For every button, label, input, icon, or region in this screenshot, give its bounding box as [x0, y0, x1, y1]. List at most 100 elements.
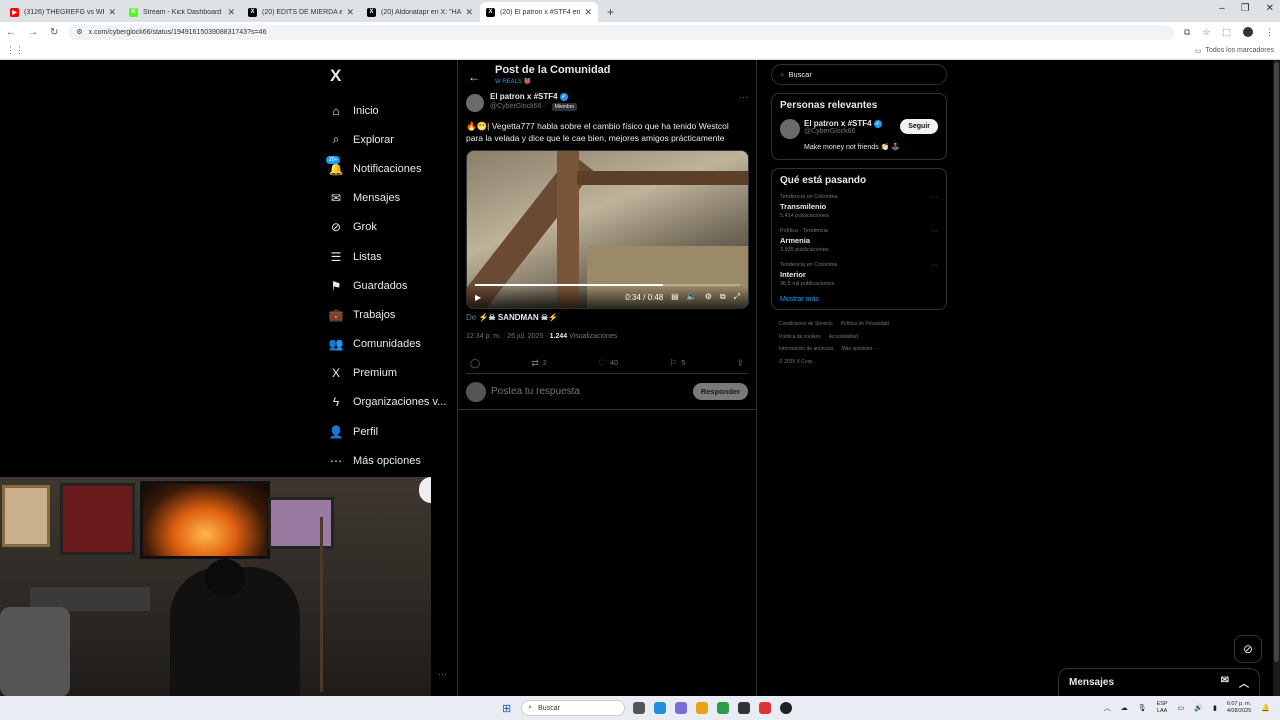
close-tab-icon[interactable]: ✕	[346, 7, 354, 18]
trend-item[interactable]: Tendencia en Colombia Interior 36,5 mil pu…	[780, 262, 938, 287]
play-icon[interactable]: ▶	[475, 293, 481, 302]
language-indicator[interactable]: ESP LAA	[1157, 701, 1168, 715]
community-link[interactable]: W REALS 👹	[495, 78, 611, 85]
extensions-icon[interactable]: ⬚	[1222, 27, 1231, 38]
trend-more-icon[interactable]: ···	[931, 228, 938, 253]
all-bookmarks[interactable]: ▭ Todos los marcadores	[1195, 47, 1274, 55]
notifications-tray-icon[interactable]: 🔔	[1261, 704, 1270, 712]
back-arrow-icon[interactable]: ←	[468, 70, 480, 84]
nav-item-jobs[interactable]: 💼 Trabajos	[328, 300, 448, 329]
author-name[interactable]: El patron x #STF4	[490, 92, 558, 101]
trend-item[interactable]: Política · Tendencia Armenia 3.935 publica…	[780, 228, 938, 253]
reply-action[interactable]: ◯	[470, 354, 480, 373]
edge-icon[interactable]	[654, 702, 667, 714]
back-icon[interactable]: ←	[6, 27, 16, 38]
post-timestamp[interactable]: 12:34 p. m. · 26 jul. 2025 ·	[466, 333, 548, 340]
reload-icon[interactable]: ↻	[50, 27, 58, 38]
page-scrollbar[interactable]	[1273, 60, 1280, 696]
post-video[interactable]: ▶ 0:34 / 0:48 ▤ 🔈 ⚙ ⧉ ⤢	[466, 150, 749, 309]
footer-link[interactable]: Información de anuncios	[779, 346, 833, 352]
app-icon[interactable]	[738, 702, 751, 714]
forward-icon[interactable]: →	[28, 27, 38, 38]
maximize-button[interactable]: ❐	[1241, 3, 1250, 14]
repost-action[interactable]: ⇄ 2	[531, 354, 546, 373]
browser-tab[interactable]: X (20) Aldonatapr en X: "HAHAHA✕	[361, 2, 479, 22]
apps-grid-icon[interactable]: ⋮⋮	[6, 45, 24, 56]
bookmark-star-icon[interactable]: ☆	[1202, 27, 1210, 38]
nav-item-lists[interactable]: ☰ Listas	[328, 242, 448, 271]
minimize-button[interactable]: –	[1219, 3, 1225, 14]
nav-item-communities[interactable]: 👥 Comunidades	[328, 330, 448, 359]
install-icon[interactable]: ⧉	[1184, 27, 1190, 38]
profile-avatar[interactable]	[1243, 27, 1253, 37]
relevant-person[interactable]: El patron x #STF4 ✓ @CyberGlock66 Seguir	[780, 119, 938, 139]
clock[interactable]: 6:07 p. m. 4/08/2025	[1227, 701, 1251, 715]
author-handle[interactable]: @CyberGlock66	[490, 103, 541, 110]
browser-tab[interactable]: K Stream - Kick Dashboard ✕	[123, 2, 241, 22]
tray-chevron-icon[interactable]: ︿	[1104, 703, 1111, 713]
nav-item-grok[interactable]: ⊘ Grok	[328, 213, 448, 242]
close-tab-icon[interactable]: ✕	[584, 7, 592, 18]
tray-app-icon[interactable]: ☁	[1121, 704, 1128, 712]
browser-tab[interactable]: ▶ (3126) THEGREFG vs WESTCOL ✕	[4, 2, 122, 22]
post-more-icon[interactable]: ···	[739, 92, 748, 102]
follow-button[interactable]: Seguir	[900, 119, 938, 134]
like-action[interactable]: ♡ 40	[598, 354, 618, 373]
person-avatar[interactable]	[780, 119, 800, 139]
browser-menu-icon[interactable]: ⋮	[1265, 27, 1274, 38]
obs-icon[interactable]	[780, 702, 793, 714]
battery-icon[interactable]: ▮	[1213, 704, 1217, 712]
footer-link[interactable]: Condiciones de Servicio	[779, 321, 833, 327]
app-icon[interactable]	[675, 702, 688, 714]
expand-up-icon[interactable]: ︿	[1239, 675, 1249, 690]
task-view-icon[interactable]	[633, 702, 646, 714]
nav-item-bookmarks[interactable]: ⚑ Guardados	[328, 271, 448, 300]
network-icon[interactable]: ▭	[1178, 704, 1185, 712]
from-account[interactable]: ⚡☠ SANDMAN ☠⚡	[478, 313, 558, 322]
windows-start-icon[interactable]: ⊞	[502, 702, 511, 715]
close-tab-icon[interactable]: ✕	[227, 7, 235, 18]
close-tab-icon[interactable]: ✕	[108, 7, 116, 18]
share-action[interactable]: ⇪	[736, 354, 744, 373]
pip-icon[interactable]: ⧉	[720, 292, 726, 302]
show-more-link[interactable]: Mostrar más	[780, 296, 938, 303]
captions-icon[interactable]: ▤	[671, 292, 679, 302]
bookmark-action[interactable]: ⚐ 5	[669, 354, 685, 373]
new-tab-button[interactable]: +	[599, 2, 622, 22]
nav-item-messages[interactable]: ✉ Mensajes	[328, 184, 448, 213]
x-logo-icon[interactable]: X	[330, 66, 448, 86]
footer-link[interactable]: © 2025 X Corp.	[779, 359, 814, 365]
site-info-icon[interactable]: ⚙	[76, 28, 82, 36]
close-tab-icon[interactable]: ✕	[465, 7, 473, 18]
speaker-icon[interactable]: 🔊	[1194, 704, 1203, 712]
footer-link[interactable]: Accesibilidad	[829, 334, 858, 340]
fullscreen-icon[interactable]: ⤢	[734, 292, 740, 302]
search-input[interactable]: ⌕ Buscar	[771, 64, 947, 85]
file-explorer-icon[interactable]	[696, 702, 709, 714]
nav-item-more-options[interactable]: ⋯ Más opciones	[328, 446, 448, 475]
person-name[interactable]: El patron x #STF4	[804, 119, 872, 128]
close-window-button[interactable]: ✕	[1266, 3, 1274, 14]
microphone-icon[interactable]: 🎙	[1138, 704, 1147, 712]
grok-floating-button[interactable]: ⊘	[1234, 635, 1262, 663]
browser-tab[interactable]: X (20) El patron x #STF4 en X: "✕	[480, 2, 598, 22]
author-avatar[interactable]	[466, 94, 484, 112]
footer-link[interactable]: Política de cookies	[779, 334, 821, 340]
address-bar[interactable]: ⚙ x.com/cyberglock66/status/194916150390…	[68, 24, 1174, 40]
nav-item-notifications[interactable]: 🔔 20+ Notificaciones	[326, 154, 448, 183]
chrome-icon[interactable]	[717, 702, 730, 714]
settings-icon[interactable]: ⚙	[705, 292, 712, 302]
volume-icon[interactable]: 🔈	[687, 292, 697, 302]
footer-link[interactable]: Política de Privacidad	[841, 321, 889, 327]
nav-item-premium[interactable]: X Premium	[328, 359, 448, 388]
scrollbar-thumb[interactable]	[1274, 62, 1279, 662]
new-message-icon[interactable]: ✉	[1221, 675, 1229, 690]
browser-tab[interactable]: X (20) EDITS DE MIERDA en X: "✕	[242, 2, 360, 22]
app-icon[interactable]	[759, 702, 772, 714]
trend-more-icon[interactable]: ···	[931, 194, 938, 219]
reply-input[interactable]: Postea tu respuesta	[491, 386, 693, 397]
nav-item-profile[interactable]: 👤 Perfil	[328, 417, 448, 446]
trend-item[interactable]: Tendencia en Colombia Transmilenio 5.414 p…	[780, 194, 938, 219]
trend-more-icon[interactable]: ···	[931, 262, 938, 287]
footer-link[interactable]: Más opciones ···	[841, 346, 878, 352]
